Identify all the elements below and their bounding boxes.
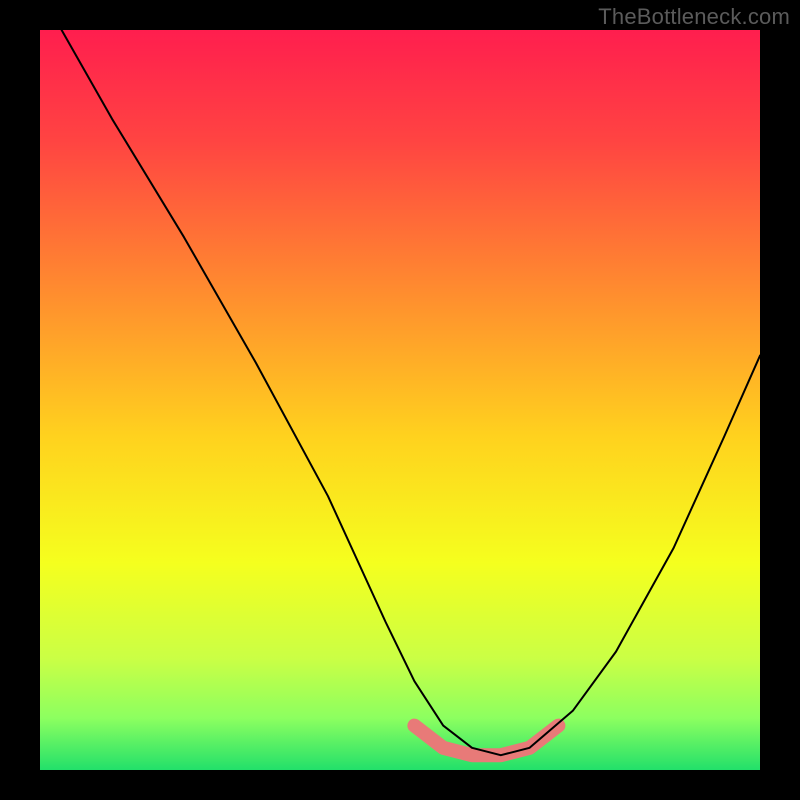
plot-area bbox=[40, 30, 760, 770]
chart-container: TheBottleneck.com bbox=[0, 0, 800, 800]
gradient-background bbox=[40, 30, 760, 770]
watermark-text: TheBottleneck.com bbox=[598, 4, 790, 30]
chart-svg bbox=[40, 30, 760, 770]
